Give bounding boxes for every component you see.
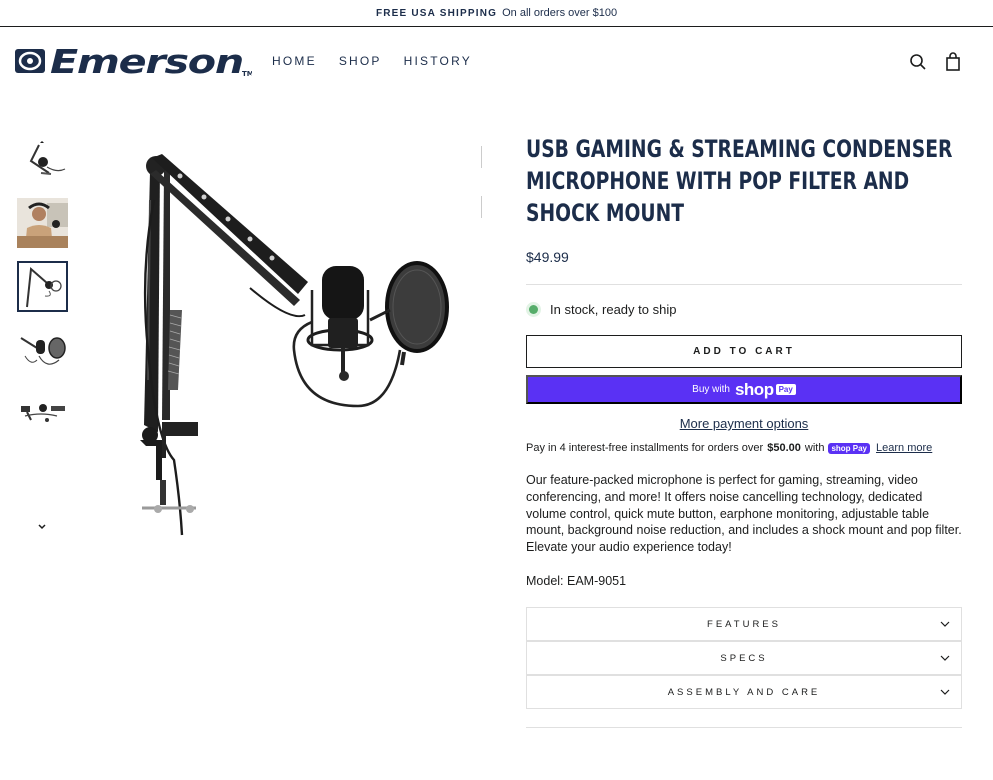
emerson-logo[interactable]: Emerson TM <box>14 45 252 78</box>
svg-text:TM: TM <box>242 70 252 78</box>
chevron-down-icon[interactable] <box>34 521 50 533</box>
divider <box>526 727 962 728</box>
product-title: USB GAMING & STREAMING CONDENSER MICROPH… <box>526 135 953 227</box>
cart-icon[interactable] <box>943 52 963 72</box>
nav-shop[interactable]: SHOP <box>339 54 382 68</box>
install-amount: $50.00 <box>767 442 801 454</box>
product-description: Our feature-packed microphone is perfect… <box>526 473 962 555</box>
buy-with-shop-pay-button[interactable]: Buy with shop Pay <box>526 375 962 404</box>
install-with: with <box>804 442 825 454</box>
install-text: Pay in 4 interest-free installments for … <box>526 442 764 454</box>
thumbnail-2[interactable] <box>17 198 68 248</box>
main-nav: HOME SHOP HISTORY <box>272 54 494 68</box>
learn-more-link[interactable]: Learn more <box>876 442 932 454</box>
product-price: $49.99 <box>526 249 569 265</box>
thumbnail-1[interactable] <box>17 143 68 179</box>
svg-text:Emerson: Emerson <box>50 45 243 78</box>
product-model: Model: EAM-9051 <box>526 574 627 588</box>
chevron-down-icon <box>940 621 950 627</box>
accordion-label: FEATURES <box>707 618 781 630</box>
stock-dot-icon <box>529 305 538 314</box>
chevron-down-icon <box>940 655 950 661</box>
add-to-cart-button[interactable]: ADD TO CART <box>526 335 962 368</box>
image-edge-1 <box>481 146 482 168</box>
search-icon[interactable] <box>908 52 928 72</box>
announcement-bar: FREE USA SHIPPING On all orders over $10… <box>0 0 993 27</box>
stock-status: In stock, ready to ship <box>529 302 676 317</box>
stock-text: In stock, ready to ship <box>550 302 677 317</box>
accordion-assembly-and-care[interactable]: ASSEMBLY AND CARE <box>526 675 962 709</box>
announcement-bold: FREE USA SHIPPING <box>375 7 498 19</box>
accordion-features[interactable]: FEATURES <box>526 607 962 641</box>
product-main-image <box>140 154 449 536</box>
divider <box>526 284 962 285</box>
more-payment-options-link[interactable]: More payment options <box>526 416 962 431</box>
nav-history[interactable]: HISTORY <box>404 54 472 68</box>
chevron-down-icon <box>940 689 950 695</box>
nav-home[interactable]: HOME <box>272 54 317 68</box>
accordion-label: ASSEMBLY AND CARE <box>667 686 821 698</box>
image-edge-2 <box>481 196 482 218</box>
shop-word: shop <box>734 379 774 399</box>
thumbnail-5[interactable] <box>17 392 68 443</box>
announcement-text: On all orders over $100 <box>502 7 618 19</box>
pay-badge: Pay <box>775 384 796 395</box>
buy-with-label: Buy with <box>692 384 730 395</box>
accordion-label: SPECS <box>720 652 768 664</box>
thumbnail-4[interactable] <box>17 326 68 377</box>
thumbnail-3[interactable] <box>17 261 68 312</box>
shop-pay-badge: shop Pay <box>828 442 871 454</box>
installments-info: Pay in 4 interest-free installments for … <box>526 442 932 454</box>
accordion-specs[interactable]: SPECS <box>526 641 962 675</box>
